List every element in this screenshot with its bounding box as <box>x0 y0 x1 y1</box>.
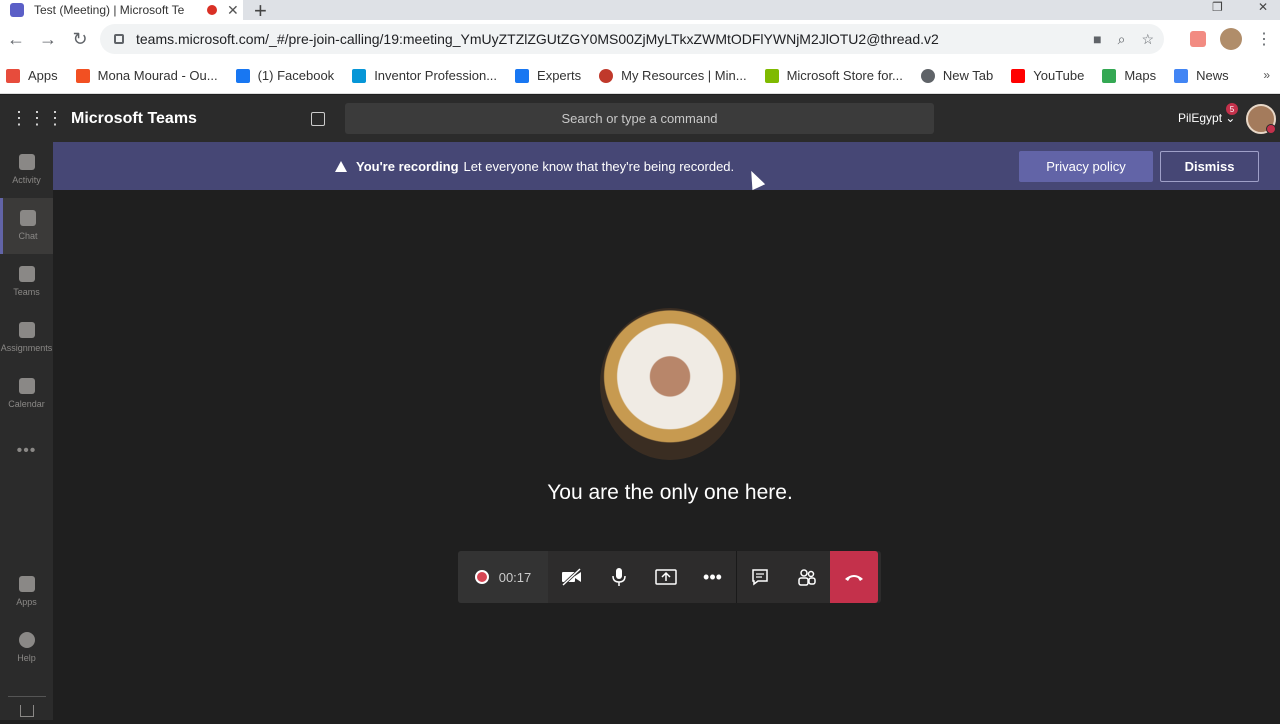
profile-avatar[interactable] <box>1220 28 1242 50</box>
app-launcher-icon[interactable]: ⋮⋮⋮ <box>10 108 64 129</box>
banner-title: You're recording <box>356 159 459 174</box>
maps-icon <box>1102 68 1117 83</box>
close-window-icon[interactable]: ✕ <box>1258 0 1268 14</box>
back-icon[interactable]: ← <box>0 29 32 50</box>
privacy-policy-button[interactable]: Privacy policy <box>1019 151 1153 182</box>
participant-avatar <box>600 308 740 460</box>
browser-tab[interactable]: Test (Meeting) | Microsoft Te ✕ <box>0 0 243 20</box>
assignments-icon <box>18 322 35 338</box>
phone-hangup-icon <box>845 575 863 581</box>
apple-icon <box>599 68 614 83</box>
hang-up-button[interactable] <box>830 551 878 603</box>
recording-banner: You're recording Let everyone know that … <box>53 142 1280 190</box>
browser-toolbar: ← → ↻ teams.microsoft.com/_#/pre-join-ca… <box>0 20 1280 58</box>
tab-title: Test (Meeting) | Microsoft Te <box>34 3 185 17</box>
camera-toggle-button[interactable] <box>548 551 595 603</box>
apps-icon <box>18 576 35 592</box>
help-icon <box>18 632 35 648</box>
bookmarks-bar: Apps Mona Mourad - Ou... (1) Facebook In… <box>0 58 1280 94</box>
teams-favicon-icon <box>10 3 24 17</box>
presence-status-icon <box>1266 124 1276 134</box>
bookmark-item[interactable]: (1) Facebook <box>235 68 334 83</box>
bookmark-item[interactable]: Inventor Profession... <box>352 68 497 83</box>
bookmark-item[interactable]: Maps <box>1102 68 1156 83</box>
forward-icon[interactable]: → <box>32 29 64 50</box>
bookmark-star-icon[interactable]: ☆ <box>1141 31 1154 48</box>
calendar-icon <box>18 378 35 394</box>
warning-icon <box>335 161 347 172</box>
rail-item-chat[interactable]: Chat <box>0 198 53 254</box>
more-apps-icon[interactable]: ••• <box>0 442 53 460</box>
browser-tab-strip: Test (Meeting) | Microsoft Te ✕ + ❐ ✕ <box>0 0 1280 23</box>
facebook-icon <box>235 68 250 83</box>
chat-icon <box>20 210 36 226</box>
call-controls: 00:17 ••• <box>458 551 881 603</box>
bookmark-item[interactable]: Apps <box>6 68 58 83</box>
bookmark-item[interactable]: News <box>1174 68 1229 83</box>
participants-icon <box>797 569 816 586</box>
reload-icon[interactable]: ↻ <box>64 29 96 50</box>
rail-item-apps[interactable]: Apps <box>0 564 53 620</box>
rail-item-teams[interactable]: Teams <box>0 254 53 310</box>
recording-icon <box>474 570 489 584</box>
camera-blocked-icon[interactable]: ■ <box>1093 31 1101 48</box>
mic-toggle-button[interactable] <box>595 551 642 603</box>
tab-close-icon[interactable]: ✕ <box>227 2 243 19</box>
bookmark-item[interactable]: New Tab <box>920 68 993 83</box>
banner-text: Let everyone know that they're being rec… <box>463 159 735 174</box>
browser-menu-icon[interactable]: ⋮ <box>1256 29 1272 49</box>
dismiss-button[interactable]: Dismiss <box>1160 151 1259 182</box>
call-timer: 00:17 <box>498 569 532 585</box>
bookmark-item[interactable]: Microsoft Store for... <box>764 68 903 83</box>
new-chat-icon[interactable] <box>311 111 325 126</box>
facebook-icon <box>515 68 530 83</box>
globe-icon <box>920 68 935 83</box>
app-name: Microsoft Teams <box>71 109 197 127</box>
lock-icon <box>114 34 124 44</box>
notification-badge: 5 <box>1226 103 1238 115</box>
rail-item-calendar[interactable]: Calendar <box>0 366 53 422</box>
search-input[interactable]: Search or type a command <box>345 103 934 134</box>
banner-message: You're recording Let everyone know that … <box>335 159 734 174</box>
news-icon <box>1174 68 1189 83</box>
extension-icon[interactable] <box>1190 31 1206 47</box>
bookmark-item[interactable]: Mona Mourad - Ou... <box>75 68 218 83</box>
teams-icon <box>18 266 35 282</box>
youtube-icon <box>1011 68 1026 83</box>
more-actions-button[interactable]: ••• <box>689 551 736 603</box>
bookmark-item[interactable]: My Resources | Min... <box>599 68 747 83</box>
microphone-icon <box>611 568 626 586</box>
bookmark-item[interactable]: YouTube <box>1011 68 1084 83</box>
teams-header: ⋮⋮⋮ Microsoft Teams Search or type a com… <box>0 95 1280 142</box>
address-bar[interactable]: teams.microsoft.com/_#/pre-join-calling/… <box>100 24 1164 54</box>
bookmarks-overflow-button[interactable]: » <box>1263 68 1270 82</box>
app-rail: Activity Chat Teams Assignments Calendar… <box>0 142 53 720</box>
rail-item-help[interactable]: Help <box>0 620 53 676</box>
share-screen-icon <box>654 569 677 585</box>
show-participants-button[interactable] <box>783 551 830 603</box>
camera-off-icon <box>561 568 581 586</box>
microsoft-logo-icon <box>764 68 779 83</box>
url-text: teams.microsoft.com/_#/pre-join-calling/… <box>136 31 939 47</box>
only-one-message: You are the only one here. <box>547 481 793 504</box>
bell-icon <box>18 154 35 170</box>
zoom-icon[interactable]: ⌕ <box>1118 31 1126 48</box>
microsoft-logo-icon <box>75 68 90 83</box>
share-screen-button[interactable] <box>642 551 689 603</box>
apps-grid-icon <box>6 68 20 83</box>
restore-window-icon[interactable]: ❐ <box>1212 0 1223 14</box>
recording-indicator-icon <box>207 5 217 15</box>
rail-item-activity[interactable]: Activity <box>0 142 53 198</box>
recording-status: 00:17 <box>458 551 548 603</box>
rail-item-assignments[interactable]: Assignments <box>0 310 53 366</box>
show-conversation-button[interactable] <box>736 551 783 603</box>
chat-bubble-icon <box>752 569 768 586</box>
autodesk-icon <box>352 68 367 83</box>
bookmark-item[interactable]: Experts <box>515 68 581 83</box>
